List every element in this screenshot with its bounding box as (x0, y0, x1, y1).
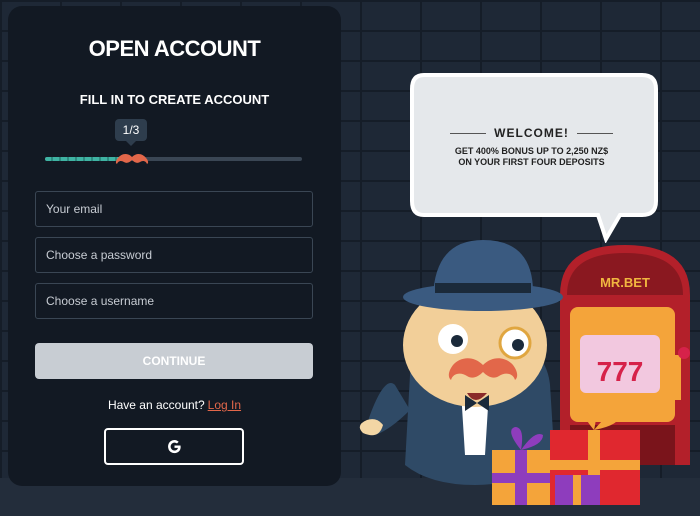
progress-bar (45, 157, 302, 161)
form-subtitle: FILL IN TO CREATE ACCOUNT (79, 92, 270, 107)
mascot-character (359, 240, 563, 485)
continue-button[interactable]: CONTINUE (35, 343, 313, 379)
slot-brand-text: MR.BET (600, 275, 650, 290)
mascot-illustration: MR.BET 777 (359, 240, 690, 505)
register-panel: OPEN ACCOUNT FILL IN TO CREATE ACCOUNT 1… (8, 6, 341, 486)
email-field[interactable] (35, 191, 313, 227)
divider-right (576, 132, 613, 134)
username-field[interactable] (35, 283, 313, 319)
slot-reels-text: 777 (597, 356, 644, 387)
promo-text: WELCOME! GET 400% BONUS UP TO 2,250 NZ$ … (430, 126, 633, 168)
password-field[interactable] (35, 237, 313, 273)
login-prompt: Have an account? Log In (8, 398, 341, 412)
divider-left (450, 132, 487, 134)
bonus-line-2: ON YOUR FIRST FOUR DEPOSITS (458, 157, 605, 167)
step-indicator: 1/3 (115, 119, 147, 146)
welcome-heading: WELCOME! (430, 126, 633, 140)
google-g-icon (168, 439, 181, 454)
google-signin-button[interactable] (104, 428, 244, 465)
mustache-icon (115, 154, 149, 164)
welcome-label: WELCOME! (494, 126, 569, 140)
bonus-text: GET 400% BONUS UP TO 2,250 NZ$ ON YOUR F… (430, 146, 633, 168)
bonus-line-1: GET 400% BONUS UP TO 2,250 NZ$ (454, 146, 609, 156)
have-account-text: Have an account? (107, 398, 205, 412)
page-title: OPEN ACCOUNT (88, 36, 261, 61)
login-link[interactable]: Log In (208, 398, 241, 412)
